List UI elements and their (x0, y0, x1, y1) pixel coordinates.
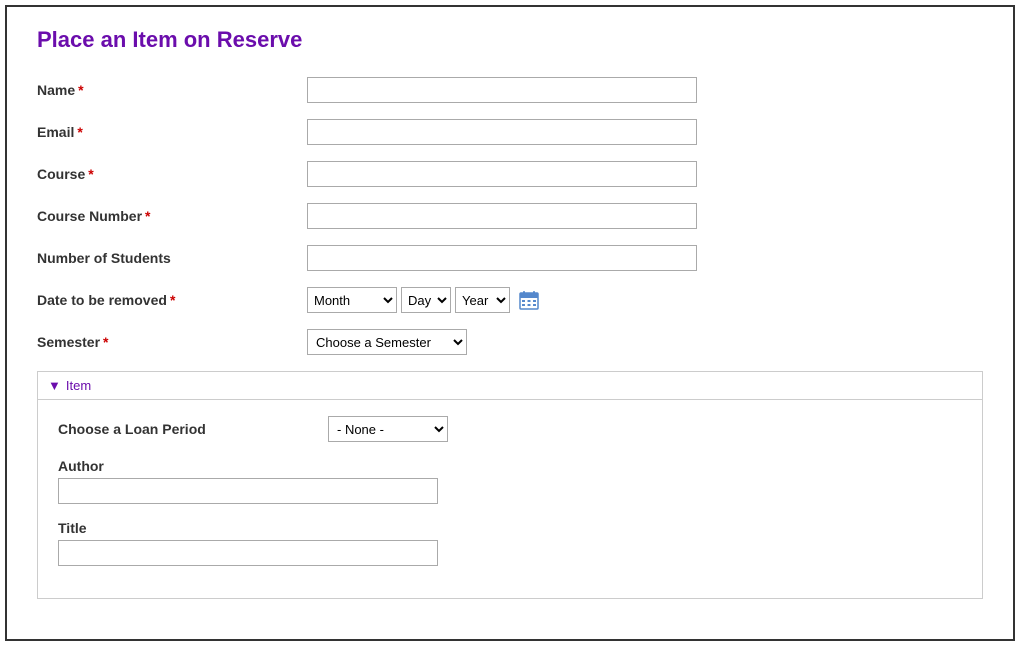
date-row: Date to be removed* Month JanuaryFebruar… (37, 287, 983, 313)
collapse-icon: ▼ (48, 378, 61, 393)
course-number-row: Course Number* (37, 203, 983, 229)
item-section: ▼ Item Choose a Loan Period - None - 2 H… (37, 371, 983, 599)
page-title: Place an Item on Reserve (37, 27, 983, 53)
course-number-label: Course Number* (37, 208, 307, 224)
day-select[interactable]: Day 12345 678910 1112131415 1617181920 2… (401, 287, 451, 313)
loan-period-select[interactable]: - None - 2 Hour 1 Day 3 Day 1 Week (328, 416, 448, 442)
item-section-label: Item (66, 378, 91, 393)
title-input[interactable] (58, 540, 438, 566)
course-row: Course* (37, 161, 983, 187)
name-input[interactable] (307, 77, 697, 103)
num-students-row: Number of Students (37, 245, 983, 271)
name-label: Name* (37, 82, 307, 98)
email-input[interactable] (307, 119, 697, 145)
date-selects: Month JanuaryFebruaryMarch AprilMayJune … (307, 287, 540, 313)
date-label: Date to be removed* (37, 292, 307, 308)
item-section-body: Choose a Loan Period - None - 2 Hour 1 D… (38, 400, 982, 598)
year-select[interactable]: Year 2024202520262027 (455, 287, 510, 313)
email-row: Email* (37, 119, 983, 145)
author-group: Author (58, 458, 962, 504)
semester-select[interactable]: Choose a Semester Spring Summer Fall Win… (307, 329, 467, 355)
name-row: Name* (37, 77, 983, 103)
title-group: Title (58, 520, 962, 566)
num-students-input[interactable] (307, 245, 697, 271)
page-container: Place an Item on Reserve Name* Email* Co… (5, 5, 1015, 641)
title-label: Title (58, 520, 962, 536)
loan-period-row: Choose a Loan Period - None - 2 Hour 1 D… (58, 416, 962, 442)
course-label: Course* (37, 166, 307, 182)
month-select[interactable]: Month JanuaryFebruaryMarch AprilMayJune … (307, 287, 397, 313)
num-students-label: Number of Students (37, 250, 307, 266)
semester-label: Semester* (37, 334, 307, 350)
course-number-input[interactable] (307, 203, 697, 229)
item-section-toggle[interactable]: ▼ Item (38, 372, 982, 400)
semester-row: Semester* Choose a Semester Spring Summe… (37, 329, 983, 355)
email-label: Email* (37, 124, 307, 140)
course-input[interactable] (307, 161, 697, 187)
calendar-icon[interactable] (518, 289, 540, 311)
author-input[interactable] (58, 478, 438, 504)
author-label: Author (58, 458, 962, 474)
loan-period-label: Choose a Loan Period (58, 421, 328, 437)
